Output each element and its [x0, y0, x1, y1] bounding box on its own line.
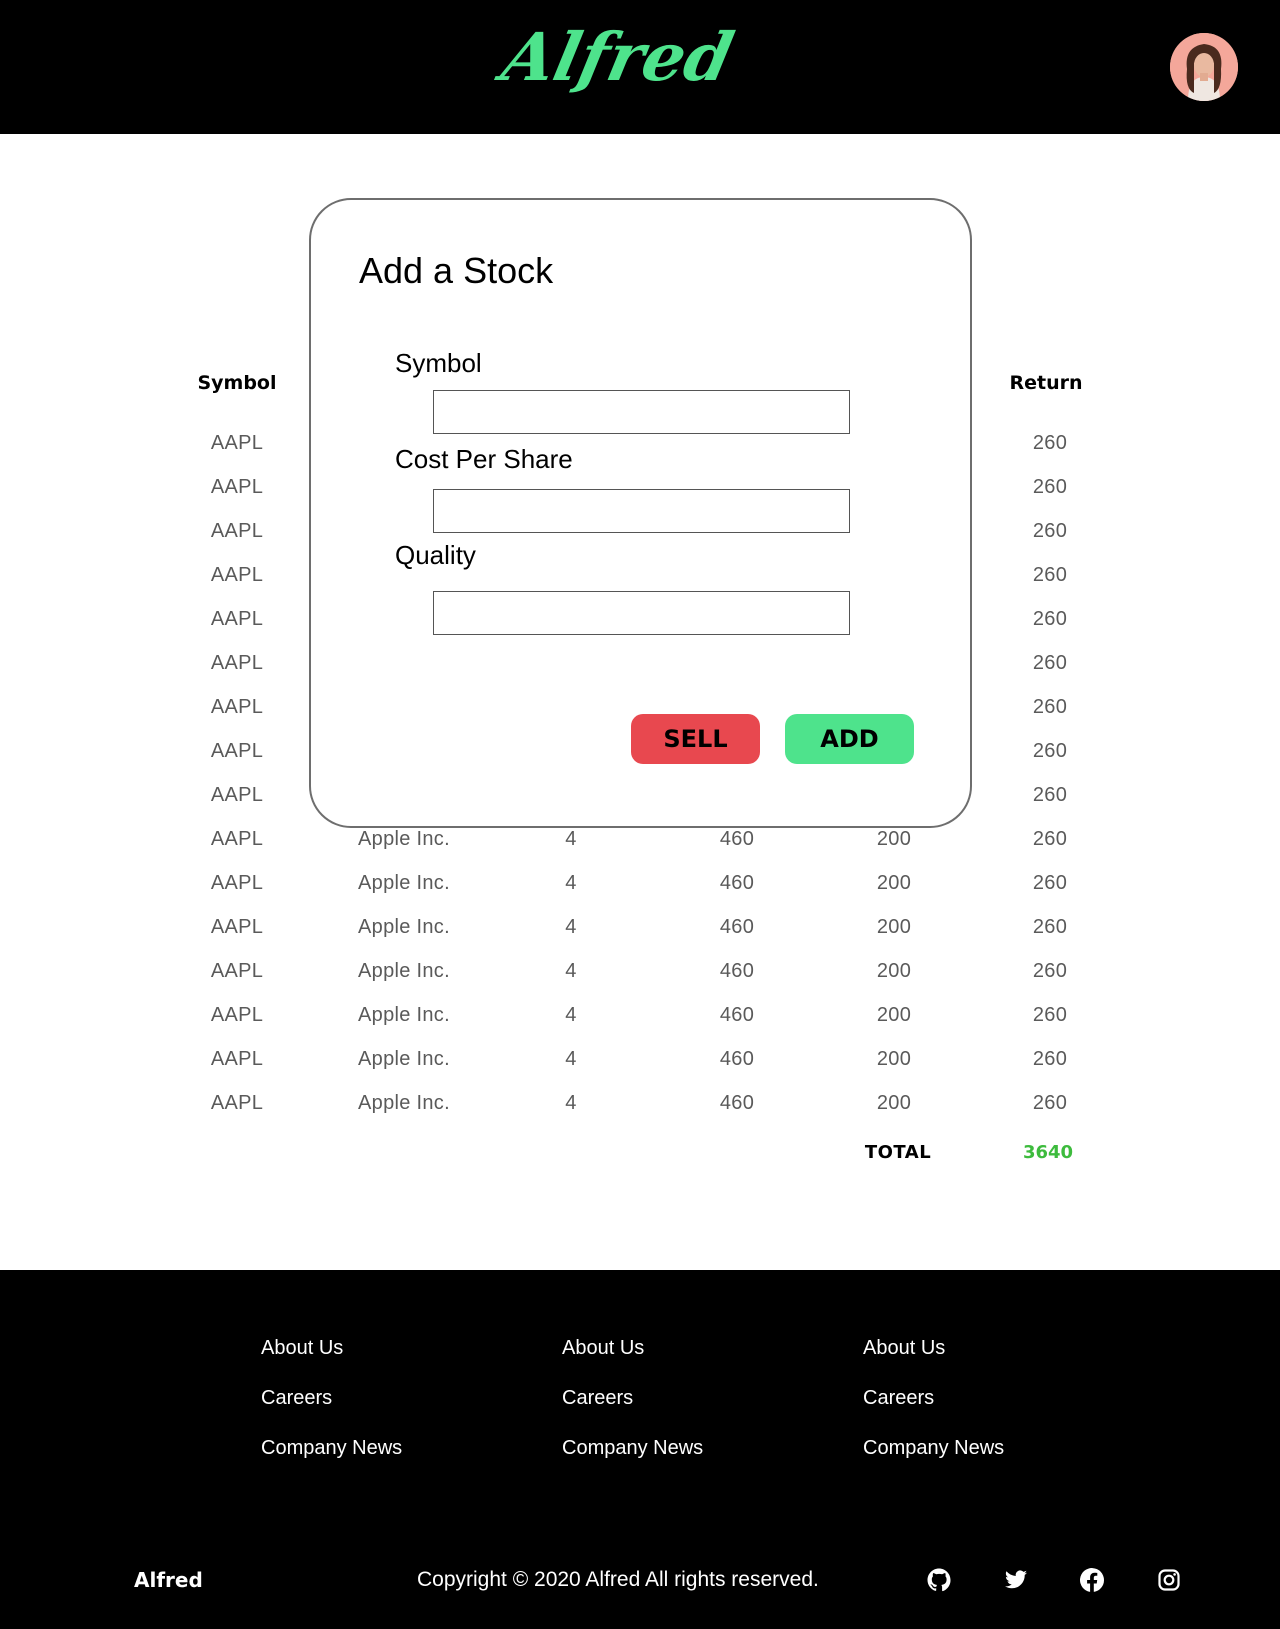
- sell-button[interactable]: SELL: [631, 714, 760, 764]
- cell-return: 260: [1032, 564, 1068, 586]
- cell-symbol: AAPL: [210, 1048, 264, 1070]
- cell-return: 260: [1032, 1048, 1068, 1070]
- cell-price: 460: [719, 1004, 755, 1026]
- footer-link-company-news[interactable]: Company News: [562, 1437, 703, 1460]
- cell-symbol: AAPL: [210, 1004, 264, 1026]
- footer-brand[interactable]: Alfred: [134, 1568, 203, 1592]
- table-row: AAPL Apple Inc. 4 460 200 260: [0, 1004, 1280, 1048]
- cell-price: 460: [719, 872, 755, 894]
- cell-return: 260: [1032, 476, 1068, 498]
- cell-name: Apple Inc.: [358, 916, 450, 938]
- instagram-icon[interactable]: [1157, 1568, 1181, 1592]
- cell-symbol: AAPL: [210, 696, 264, 718]
- cell-return: 260: [1032, 432, 1068, 454]
- quality-label: Quality: [395, 540, 476, 570]
- cell-cost: 200: [876, 1004, 912, 1026]
- footer-link-careers[interactable]: Careers: [863, 1387, 934, 1410]
- cell-return: 260: [1032, 652, 1068, 674]
- cell-quantity: 4: [565, 960, 577, 982]
- cell-return: 260: [1032, 1004, 1068, 1026]
- cost-per-share-label: Cost Per Share: [395, 444, 573, 474]
- cell-price: 460: [719, 916, 755, 938]
- cost-per-share-input[interactable]: [433, 489, 850, 533]
- cell-quantity: 4: [565, 1092, 577, 1114]
- total-value: 3640: [1022, 1142, 1074, 1163]
- site-footer: About Us Careers Company News About Us C…: [0, 1270, 1280, 1629]
- cell-name: Apple Inc.: [358, 1004, 450, 1026]
- cell-name: Apple Inc.: [358, 1092, 450, 1114]
- cell-quantity: 4: [565, 916, 577, 938]
- cell-name: Apple Inc.: [358, 1048, 450, 1070]
- cell-cost: 200: [876, 916, 912, 938]
- cell-price: 460: [719, 828, 755, 850]
- table-row: AAPL Apple Inc. 4 460 200 260: [0, 828, 1280, 872]
- cell-name: Apple Inc.: [358, 960, 450, 982]
- facebook-icon[interactable]: [1080, 1568, 1104, 1592]
- cell-symbol: AAPL: [210, 872, 264, 894]
- cell-cost: 200: [876, 872, 912, 894]
- copyright-text: Copyright © 2020 Alfred All rights reser…: [417, 1568, 819, 1591]
- cell-quantity: 4: [565, 828, 577, 850]
- table-row: AAPL Apple Inc. 4 460 200 260: [0, 1092, 1280, 1136]
- quality-input[interactable]: [433, 591, 850, 635]
- cell-price: 460: [719, 1092, 755, 1114]
- cell-return: 260: [1032, 696, 1068, 718]
- cell-return: 260: [1032, 828, 1068, 850]
- column-header-symbol: Symbol: [197, 372, 277, 394]
- column-header-return: Return: [1009, 372, 1083, 394]
- cell-return: 260: [1032, 520, 1068, 542]
- cell-quantity: 4: [565, 1004, 577, 1026]
- footer-link-careers[interactable]: Careers: [562, 1387, 633, 1410]
- add-stock-modal: Add a Stock Symbol Cost Per Share Qualit…: [309, 198, 972, 828]
- symbol-label: Symbol: [395, 348, 482, 378]
- cell-symbol: AAPL: [210, 828, 264, 850]
- table-row: AAPL Apple Inc. 4 460 200 260: [0, 872, 1280, 916]
- cell-quantity: 4: [565, 1048, 577, 1070]
- cell-return: 260: [1032, 740, 1068, 762]
- cell-name: Apple Inc.: [358, 872, 450, 894]
- cell-return: 260: [1032, 784, 1068, 806]
- cell-return: 260: [1032, 1092, 1068, 1114]
- cell-cost: 200: [876, 1092, 912, 1114]
- cell-return: 260: [1032, 608, 1068, 630]
- add-button[interactable]: ADD: [785, 714, 914, 764]
- cell-symbol: AAPL: [210, 916, 264, 938]
- cell-symbol: AAPL: [210, 476, 264, 498]
- cell-symbol: AAPL: [210, 608, 264, 630]
- footer-link-about-us[interactable]: About Us: [863, 1337, 945, 1360]
- cell-symbol: AAPL: [210, 564, 264, 586]
- cell-symbol: AAPL: [210, 1092, 264, 1114]
- github-icon[interactable]: [927, 1568, 951, 1592]
- footer-link-company-news[interactable]: Company News: [863, 1437, 1004, 1460]
- cell-symbol: AAPL: [210, 432, 264, 454]
- cell-cost: 200: [876, 1048, 912, 1070]
- footer-link-company-news[interactable]: Company News: [261, 1437, 402, 1460]
- cell-price: 460: [719, 1048, 755, 1070]
- cell-price: 460: [719, 960, 755, 982]
- cell-symbol: AAPL: [210, 520, 264, 542]
- cell-name: Apple Inc.: [358, 828, 450, 850]
- total-label: TOTAL: [864, 1142, 932, 1163]
- table-row: AAPL Apple Inc. 4 460 200 260: [0, 1048, 1280, 1092]
- footer-link-about-us[interactable]: About Us: [261, 1337, 343, 1360]
- symbol-input[interactable]: [433, 390, 850, 434]
- footer-link-about-us[interactable]: About Us: [562, 1337, 644, 1360]
- footer-link-careers[interactable]: Careers: [261, 1387, 332, 1410]
- cell-symbol: AAPL: [210, 960, 264, 982]
- modal-title: Add a Stock: [359, 250, 554, 291]
- cell-symbol: AAPL: [210, 652, 264, 674]
- cell-quantity: 4: [565, 872, 577, 894]
- cell-return: 260: [1032, 960, 1068, 982]
- cell-symbol: AAPL: [210, 784, 264, 806]
- cell-return: 260: [1032, 916, 1068, 938]
- cell-symbol: AAPL: [210, 740, 264, 762]
- table-row: AAPL Apple Inc. 4 460 200 260: [0, 960, 1280, 1004]
- cell-cost: 200: [876, 960, 912, 982]
- cell-cost: 200: [876, 828, 912, 850]
- cell-return: 260: [1032, 872, 1068, 894]
- twitter-icon[interactable]: [1004, 1568, 1028, 1592]
- table-row: AAPL Apple Inc. 4 460 200 260: [0, 916, 1280, 960]
